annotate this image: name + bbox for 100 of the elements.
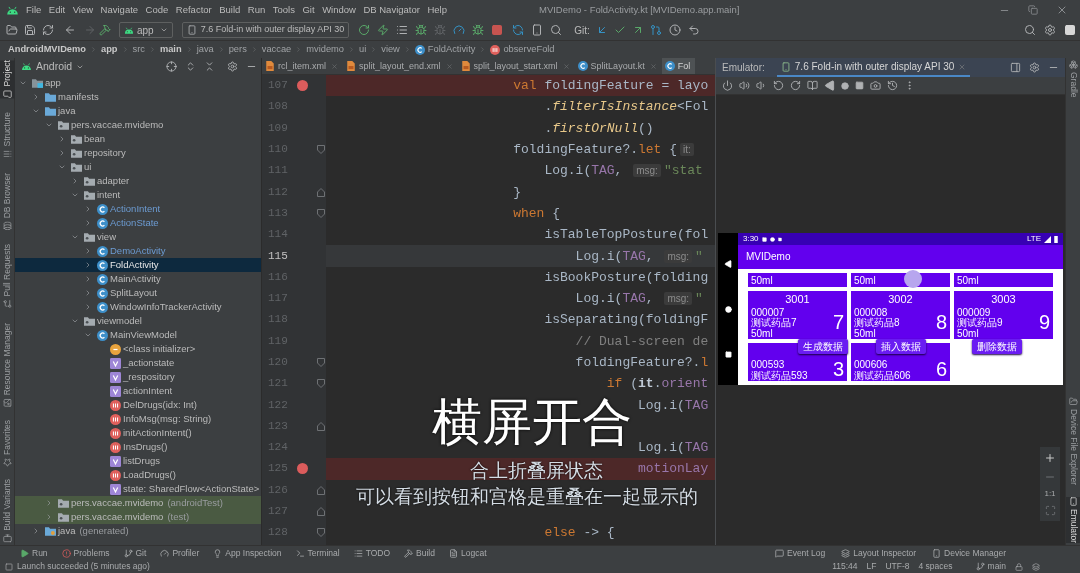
breadcrumb-item[interactable]: java bbox=[196, 44, 214, 55]
breadcrumb-item[interactable]: app bbox=[101, 44, 118, 55]
rerun-icon[interactable] bbox=[358, 24, 371, 36]
breadcrumb-item[interactable]: ui bbox=[359, 44, 367, 55]
tool-window-tab[interactable]: App Inspection bbox=[213, 548, 282, 558]
tool-window-tab[interactable]: Emulator bbox=[1066, 497, 1080, 543]
fold-marker-icon[interactable] bbox=[316, 145, 325, 155]
status-item[interactable]: LF bbox=[866, 562, 877, 571]
close-icon[interactable] bbox=[958, 62, 967, 71]
profiler-gauge-icon[interactable] bbox=[453, 24, 466, 36]
fold-marker-icon[interactable] bbox=[316, 507, 325, 517]
menu-item[interactable]: Refactor bbox=[175, 5, 212, 15]
tree-item[interactable]: MainActivity bbox=[15, 272, 261, 286]
chevron-icon[interactable] bbox=[84, 219, 92, 227]
actual-size-button[interactable]: 1:1 bbox=[1044, 490, 1056, 498]
chevron-icon[interactable] bbox=[84, 289, 92, 297]
tree-item[interactable]: actionIntent bbox=[15, 384, 261, 398]
tree-item[interactable]: FoldActivity bbox=[15, 258, 261, 272]
tool-window-tab[interactable]: Structure bbox=[0, 112, 15, 159]
chevron-icon[interactable] bbox=[71, 177, 79, 185]
chevron-icon[interactable] bbox=[45, 499, 53, 507]
lock-icon[interactable] bbox=[1015, 562, 1023, 571]
breadcrumb-item[interactable]: pers bbox=[228, 44, 247, 55]
tool-window-tab[interactable]: Git bbox=[123, 548, 147, 558]
close-icon[interactable] bbox=[562, 62, 570, 70]
tree-item[interactable]: java bbox=[15, 104, 261, 118]
chevron-icon[interactable] bbox=[58, 149, 66, 157]
fold-marker-icon[interactable] bbox=[316, 485, 325, 495]
tree-item[interactable]: viewmodel bbox=[15, 314, 261, 328]
fold-icon[interactable] bbox=[807, 80, 818, 91]
fold-marker-icon[interactable] bbox=[316, 208, 325, 218]
tool-window-tab[interactable]: DB Browser bbox=[0, 172, 15, 231]
tree-item[interactable]: intent bbox=[15, 188, 261, 202]
pull-request-icon[interactable] bbox=[649, 24, 662, 36]
volume-down-icon[interactable] bbox=[756, 80, 767, 91]
menu-item[interactable]: Run bbox=[247, 5, 266, 15]
menu-item[interactable]: Tools bbox=[272, 5, 295, 15]
status-item[interactable]: UTF-8 bbox=[885, 562, 910, 571]
search-icon[interactable] bbox=[1024, 24, 1036, 36]
tree-item[interactable]: DemoActivity bbox=[15, 244, 261, 258]
chevron-icon[interactable] bbox=[84, 303, 92, 311]
menu-item[interactable]: DB Navigator bbox=[363, 5, 420, 15]
back-icon[interactable] bbox=[824, 80, 835, 91]
tree-item[interactable]: InfoMsg(msg: String) bbox=[15, 412, 261, 426]
fold-marker-icon[interactable] bbox=[316, 187, 325, 197]
breadcrumb-item[interactable]: view bbox=[381, 44, 400, 55]
history-icon[interactable] bbox=[668, 24, 681, 36]
tree-item[interactable]: listDrugs bbox=[15, 454, 261, 468]
recents-nav-icon[interactable] bbox=[724, 351, 732, 358]
view-selector[interactable]: Android bbox=[21, 61, 85, 72]
device-dropdown[interactable]: 7.6 Fold-in with outer display API 30 bbox=[181, 22, 350, 38]
tree-item[interactable]: pers.vaccae.mvidemo (androidTest) bbox=[15, 496, 261, 510]
stop-icon[interactable] bbox=[491, 24, 504, 36]
restore-icon[interactable] bbox=[1028, 5, 1038, 15]
debug-bug-icon[interactable] bbox=[415, 24, 428, 36]
commit-check-icon[interactable] bbox=[613, 24, 626, 36]
tool-window-tab[interactable]: Event Log bbox=[774, 548, 826, 558]
volume-up-icon[interactable] bbox=[739, 80, 750, 91]
app-button[interactable]: 删除数据 bbox=[972, 339, 1022, 354]
settings-icon[interactable] bbox=[1044, 24, 1056, 36]
close-icon[interactable] bbox=[445, 62, 453, 70]
tree-item[interactable]: WindowInfoTrackerActivity bbox=[15, 300, 261, 314]
app-button[interactable]: 生成数据 bbox=[798, 339, 848, 354]
apply-changes-icon[interactable] bbox=[377, 24, 390, 36]
menu-item[interactable]: Edit bbox=[48, 5, 66, 15]
tree-item[interactable]: _respository bbox=[15, 370, 261, 384]
tool-window-tab[interactable]: Build Variants bbox=[0, 479, 15, 543]
open-folder-icon[interactable] bbox=[6, 24, 18, 36]
power-icon[interactable] bbox=[722, 80, 733, 91]
tree-item[interactable]: repository bbox=[15, 146, 261, 160]
profile-tile-icon[interactable] bbox=[1064, 24, 1076, 36]
chevron-icon[interactable] bbox=[32, 93, 40, 101]
tool-window-tab[interactable]: Logcat bbox=[449, 548, 487, 558]
editor-tab[interactable]: SplitLayout.kt bbox=[574, 58, 662, 74]
rotate-left-icon[interactable] bbox=[773, 80, 784, 91]
screenshot-icon[interactable] bbox=[870, 80, 881, 91]
fold-marker-icon[interactable] bbox=[316, 528, 325, 538]
tree-item[interactable]: <class initializer> bbox=[15, 342, 261, 356]
chevron-icon[interactable] bbox=[32, 107, 40, 115]
tree-item[interactable]: view bbox=[15, 230, 261, 244]
status-item[interactable]: 115:44 bbox=[832, 562, 858, 571]
tree-item[interactable]: _actionstate bbox=[15, 356, 261, 370]
breadcrumb-item[interactable]: src bbox=[132, 44, 145, 55]
sync-icon[interactable] bbox=[42, 24, 54, 36]
tree-item[interactable]: bean bbox=[15, 132, 261, 146]
close-icon[interactable] bbox=[649, 62, 657, 70]
tree-item[interactable]: InsDrugs() bbox=[15, 440, 261, 454]
menu-item[interactable]: Help bbox=[427, 5, 447, 15]
menu-item[interactable]: Git bbox=[302, 5, 315, 15]
tool-window-tab[interactable]: Resource Manager bbox=[0, 322, 15, 408]
editor-tab[interactable]: split_layout_start.xml bbox=[457, 58, 575, 74]
expand-all-icon[interactable] bbox=[185, 61, 196, 72]
menu-item[interactable]: Window bbox=[322, 5, 356, 15]
breadcrumb-item[interactable]: mvidemo bbox=[306, 44, 344, 55]
fold-marker-icon[interactable] bbox=[316, 379, 325, 389]
tree-item[interactable]: DelDrugs(idx: Int) bbox=[15, 398, 261, 412]
tree-item[interactable]: MainViewModel bbox=[15, 328, 261, 342]
tool-window-tab[interactable]: Gradle bbox=[1066, 60, 1080, 98]
undo-icon[interactable] bbox=[687, 24, 700, 36]
window-mode-icon[interactable] bbox=[1010, 62, 1021, 73]
